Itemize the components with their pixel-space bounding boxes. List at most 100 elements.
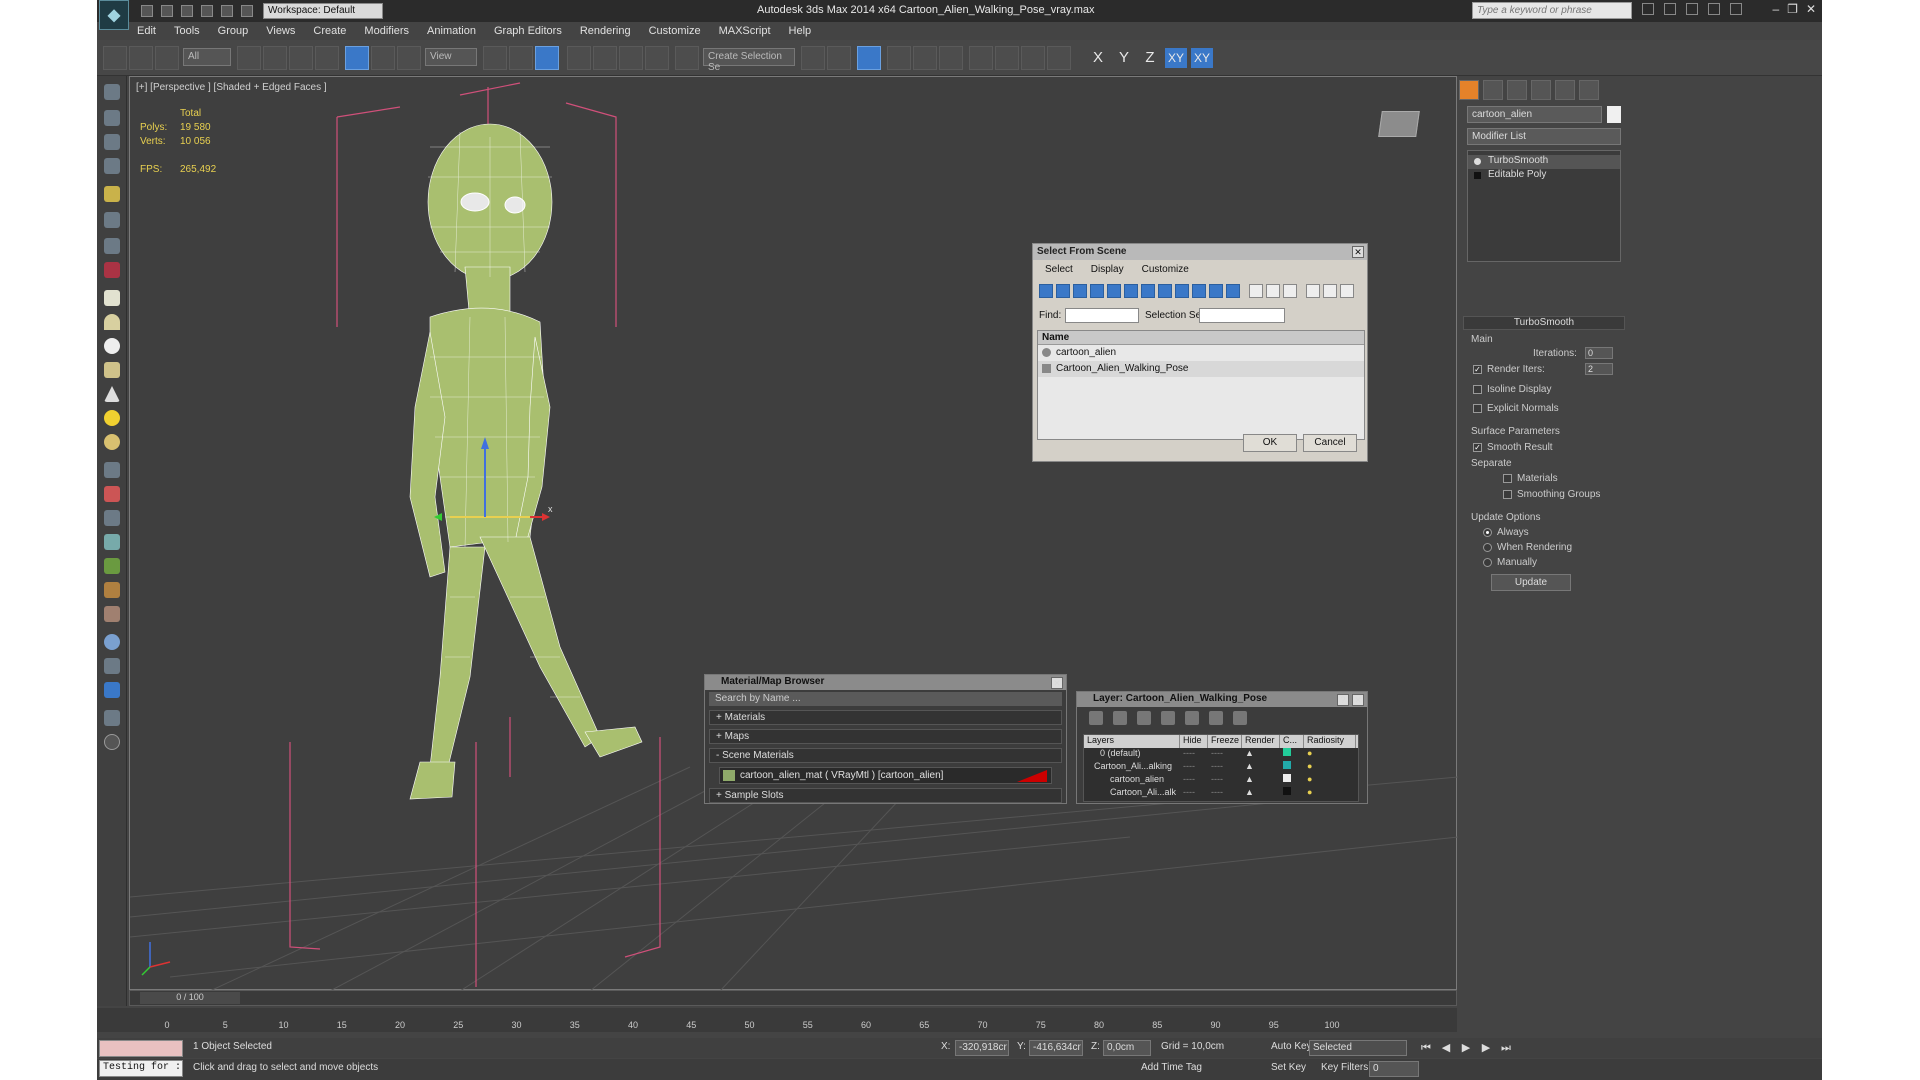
select-and-link-icon[interactable] [103,46,127,70]
smoothing-groups-checkbox[interactable] [1503,490,1512,499]
menu-group[interactable]: Group [218,25,249,37]
col-freeze[interactable]: Freeze [1208,735,1242,748]
schematic-view-icon[interactable] [939,46,963,70]
window-crossing-icon[interactable] [315,46,339,70]
col-render[interactable]: Render [1242,735,1280,748]
sphere-icon[interactable] [104,338,120,354]
always-radio[interactable] [1483,528,1492,537]
menu-views[interactable]: Views [266,25,295,37]
select-and-scale-icon[interactable] [397,46,421,70]
viewport-label[interactable]: [+] [Perspective ] [Shaded + Edged Faces… [136,82,327,93]
workspace-dropdown[interactable]: Workspace: Default [263,3,383,19]
list-item[interactable]: cartoon_alien [1038,345,1364,361]
hierarchy-tab-icon[interactable] [1507,80,1527,100]
display-options-icon[interactable] [1306,284,1320,298]
render-tools-icon[interactable] [104,658,120,674]
hair-icon[interactable] [104,582,120,598]
filter-bones-icon[interactable] [1175,284,1189,298]
modifier-list-dropdown[interactable]: Modifier List [1467,128,1621,145]
restrict-y-button[interactable]: Y [1113,48,1135,68]
utilities-tab-icon[interactable] [1579,80,1599,100]
create-geometry-icon[interactable] [104,84,120,100]
spinner-snap-icon[interactable] [645,46,669,70]
dynamics-icon[interactable] [104,486,120,502]
rendered-frame-window-icon[interactable] [1021,46,1045,70]
maxscript-listener-input[interactable] [99,1040,183,1057]
perspective-viewport[interactable]: x [+] [Perspective ] [Shaded + Edged Fac… [129,76,1458,991]
freeform-icon[interactable] [104,134,120,150]
menu-edit[interactable]: Edit [137,25,156,37]
graphite-tools-icon[interactable] [887,46,911,70]
menu-customize[interactable]: Customize [649,25,701,37]
scene-materials-group[interactable]: - Scene Materials [709,748,1062,763]
material-search-input[interactable]: Search by Name ... [709,692,1062,706]
maps-group[interactable]: + Maps [709,729,1062,744]
materials-group[interactable]: + Materials [709,710,1062,725]
selection-filter-dropdown[interactable]: All [183,48,231,66]
next-frame-icon[interactable]: ▶ [1479,1041,1493,1055]
modify-tab-icon[interactable] [1483,80,1503,100]
graphite-modeling-icon[interactable] [104,110,120,126]
object-name-field[interactable]: cartoon_alien [1467,106,1602,123]
particle-icon[interactable] [104,462,120,478]
cancel-button[interactable]: Cancel [1303,434,1357,452]
network-icon[interactable] [104,534,120,550]
angle-snap-icon[interactable] [593,46,617,70]
pyramid-icon[interactable] [104,510,120,526]
restrict-xy-button[interactable]: XY [1165,48,1187,68]
object-color-swatch[interactable] [1607,106,1621,123]
menu-create[interactable]: Create [313,25,346,37]
ok-button[interactable]: OK [1243,434,1297,452]
settings-icon[interactable] [104,710,120,726]
hemisphere-icon[interactable] [104,314,120,330]
maxscript-output[interactable]: Testing for : [99,1060,183,1077]
app-logo-icon[interactable]: ◆ [99,0,129,30]
manually-radio[interactable] [1483,558,1492,567]
spacewarp-icon[interactable] [104,262,120,278]
omni-light-icon[interactable] [104,434,120,450]
hide-all-layers-icon[interactable] [1209,711,1223,725]
select-and-rotate-icon[interactable] [371,46,395,70]
time-slider[interactable]: 0 / 100 [140,992,240,1004]
select-by-name-icon[interactable] [263,46,287,70]
cloth-icon[interactable] [104,606,120,622]
time-slider-track[interactable]: 0 / 100 [129,990,1457,1006]
helper-icon[interactable] [104,238,120,254]
help-icon[interactable] [1730,3,1742,15]
y-coordinate-field[interactable]: -416,634cr [1029,1040,1083,1056]
turbosmooth-rollout-header[interactable]: TurboSmooth [1463,316,1625,330]
material-editor-icon[interactable] [969,46,993,70]
delete-layer-icon[interactable] [1113,711,1127,725]
play-icon[interactable]: ▶ [1459,1041,1473,1055]
table-row[interactable]: Cartoon_Ali...alking--------▲​● [1084,761,1358,774]
menu-rendering[interactable]: Rendering [580,25,631,37]
go-to-start-icon[interactable]: ⏮ [1419,1041,1433,1055]
open-file-icon[interactable] [161,5,173,17]
lightbulb-icon[interactable] [1474,158,1481,165]
menu-maxscript[interactable]: MAXScript [719,25,771,37]
teapot-icon[interactable] [104,362,120,378]
edit-named-selection-icon[interactable] [675,46,699,70]
set-key-button[interactable]: Set Key [1267,1061,1310,1077]
filter-lights-icon[interactable] [1073,284,1087,298]
communication-icon[interactable] [1686,3,1698,15]
col-hide[interactable]: Hide [1180,735,1208,748]
col-color[interactable]: C... [1280,735,1304,748]
menu-animation[interactable]: Animation [427,25,476,37]
key-mode-dropdown[interactable]: Selected [1309,1040,1407,1056]
align-icon[interactable] [827,46,851,70]
render-iters-spinner[interactable]: 2 [1585,363,1613,375]
col-radiosity[interactable]: Radiosity [1304,735,1356,748]
bind-space-warp-icon[interactable] [155,46,179,70]
layer-close-icon[interactable]: ✕ [1352,694,1364,706]
menu-help[interactable]: Help [789,25,812,37]
list-item[interactable]: Cartoon_Alien_Walking_Pose [1038,361,1364,377]
sfs-menu-customize[interactable]: Customize [1142,264,1189,275]
close-icon[interactable]: ✕ [1806,2,1816,16]
minimize-icon[interactable]: – [1772,2,1779,16]
select-invert-icon[interactable] [1283,284,1297,298]
named-selection-dropdown[interactable]: Create Selection Se [703,48,795,73]
sample-slots-group[interactable]: + Sample Slots [709,788,1062,803]
selection-tools-icon[interactable] [104,158,120,174]
when-rendering-radio[interactable] [1483,543,1492,552]
